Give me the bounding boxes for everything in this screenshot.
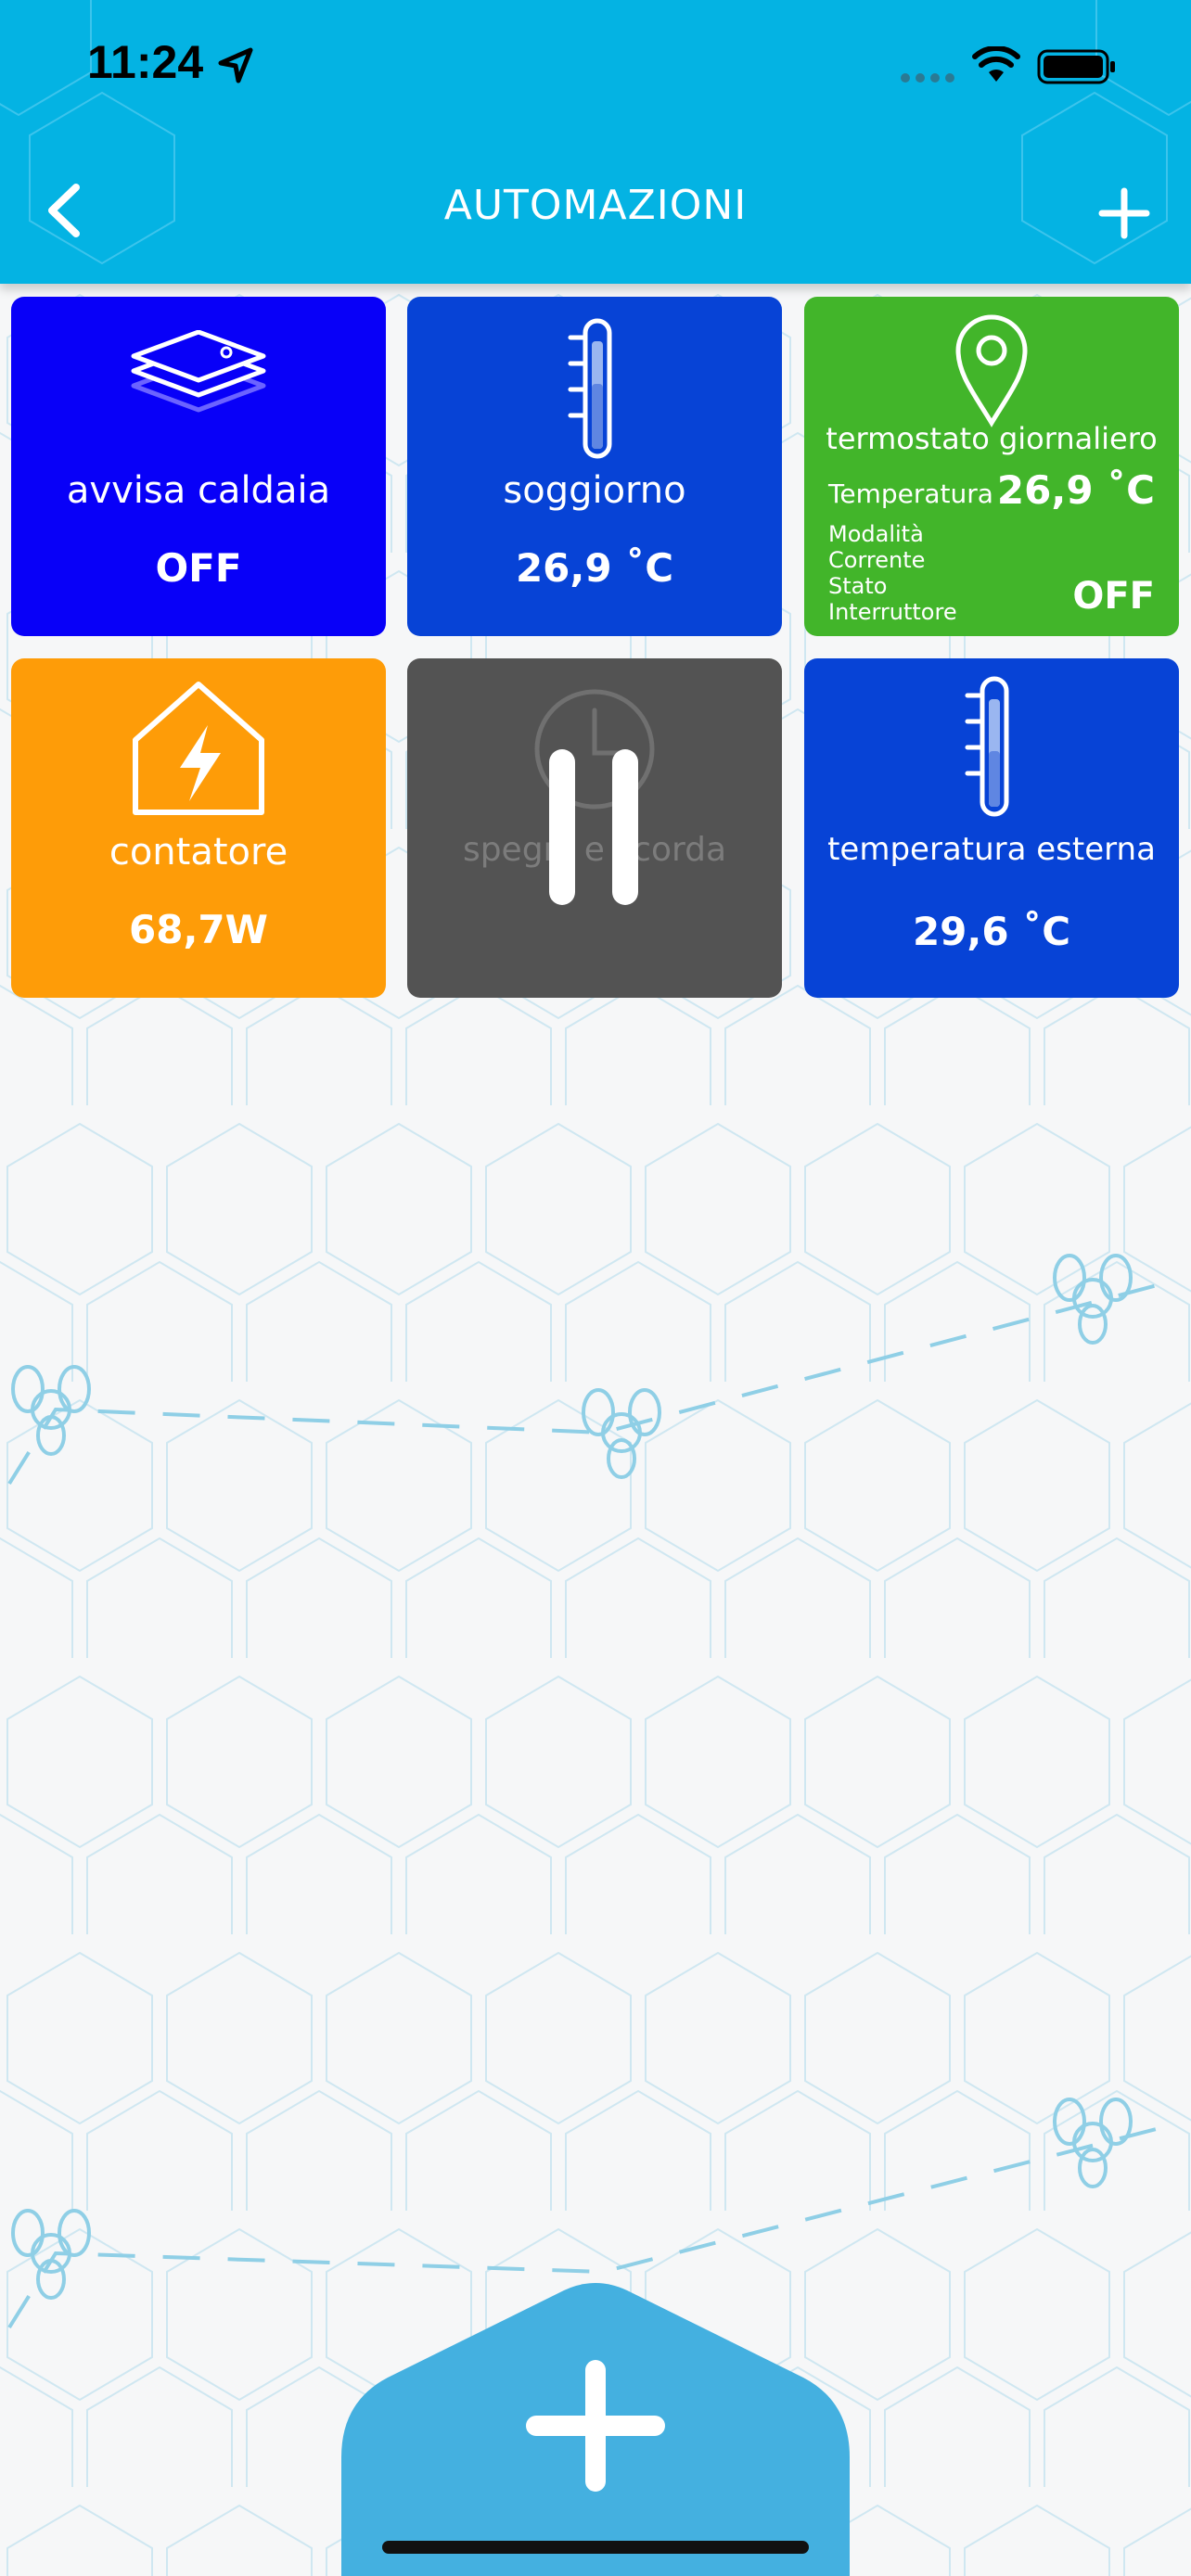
page-title: AUTOMAZIONI: [443, 182, 748, 229]
row-corrente-label: Corrente: [828, 547, 926, 573]
tile-value: 26,9 ˚C: [515, 545, 674, 591]
battery-icon: [1037, 49, 1115, 84]
automation-tile-soggiorno[interactable]: soggiorno 26,9 ˚C: [407, 297, 782, 636]
tile-name: soggiorno: [503, 469, 686, 512]
add-plus-icon[interactable]: [1095, 184, 1154, 243]
automation-tile-temperatura-esterna[interactable]: temperatura esterna 29,6 ˚C: [804, 658, 1179, 998]
switch-status: OFF: [1072, 575, 1155, 618]
tile-value: OFF: [155, 545, 242, 591]
automation-tile-avvisa-caldaia[interactable]: avvisa caldaia OFF: [11, 297, 386, 636]
row-interruttore-label: Interruttore: [828, 599, 957, 625]
cellular-signal-icon: [901, 73, 954, 83]
layers-icon: [131, 330, 266, 413]
thermostat-temperature: 26,9 ˚C: [996, 467, 1155, 513]
thermometer-icon: [568, 318, 612, 459]
tile-name: temperatura esterna: [827, 831, 1156, 868]
tile-value: 29,6 ˚C: [912, 909, 1071, 954]
automation-tile-contatore[interactable]: contatore 68,7W: [11, 658, 386, 998]
row-temperatura-label: Temperatura: [828, 478, 993, 509]
app-header: 11:24 AUTOMAZIONI: [0, 0, 1191, 284]
row-modalita-label: Modalità: [828, 521, 924, 547]
location-arrow-icon: [218, 47, 253, 83]
tile-name: termostato giornaliero: [826, 421, 1158, 456]
tile-name: avvisa caldaia: [66, 469, 331, 512]
tile-name: contatore: [109, 831, 288, 874]
row-stato-label: Stato: [828, 573, 888, 599]
automation-tile-termostato-giornaliero[interactable]: termostato giornaliero Temperatura Modal…: [804, 297, 1179, 636]
add-automation-button[interactable]: [341, 2281, 850, 2576]
home-indicator: [382, 2541, 809, 2554]
status-time: 11:24: [87, 36, 204, 88]
tile-value: 68,7W: [129, 907, 268, 952]
thermometer-icon: [965, 676, 1009, 817]
location-pin-icon: [955, 314, 1028, 427]
wifi-icon: [972, 46, 1020, 82]
house-bolt-icon: [133, 682, 264, 815]
pause-icon[interactable]: [549, 749, 638, 905]
